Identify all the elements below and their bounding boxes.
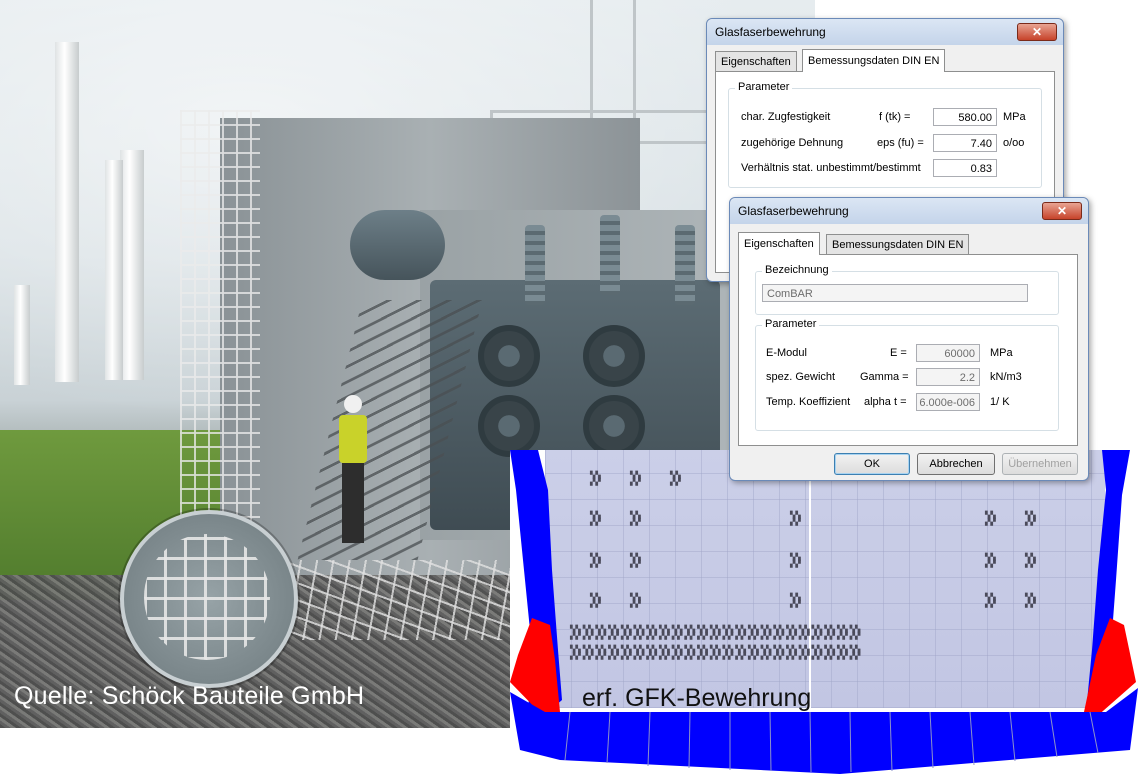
chimney-2 bbox=[120, 150, 144, 380]
dialog-title: Glasfaserbewehrung bbox=[715, 25, 826, 39]
strain-symbol: eps (fu) = bbox=[877, 137, 924, 149]
tensile-strength-label: char. Zugfestigkeit bbox=[741, 111, 831, 123]
result-label: ▚▚ ▞▞ bbox=[630, 512, 641, 526]
chimney-1 bbox=[55, 42, 79, 382]
result-label: ▚▚ ▞▞ bbox=[1025, 554, 1036, 568]
close-icon: ✕ bbox=[1031, 25, 1043, 39]
worker-vest bbox=[339, 415, 367, 463]
e-modulus-unit: MPa bbox=[990, 347, 1013, 359]
result-label: ▚▚ ▞▞ bbox=[985, 594, 996, 608]
result-label: ▚▚ ▞▞ bbox=[985, 554, 996, 568]
thermal-coefficient-input[interactable]: 6.000e-006 bbox=[916, 393, 980, 411]
result-label: ▚▚ ▞▞ bbox=[790, 512, 801, 526]
group-name-legend: Bezeichnung bbox=[762, 264, 832, 276]
tab-design-data[interactable]: Bemessungsdaten DIN EN bbox=[826, 234, 970, 255]
group-parameter-legend: Parameter bbox=[762, 318, 820, 330]
photo-source-caption: Quelle: Schöck Bauteile GmbH bbox=[14, 682, 365, 710]
result-label: ▚▚ ▞▞ bbox=[630, 554, 641, 568]
result-label: ▚▚ ▞▞ bbox=[1025, 512, 1036, 526]
worker-helmet bbox=[344, 395, 362, 413]
cooling-fan-4 bbox=[583, 395, 645, 457]
plot-graphic bbox=[510, 450, 1138, 774]
strain-input[interactable]: 7.40 bbox=[933, 134, 997, 152]
unit-weight-input[interactable]: 2.2 bbox=[916, 368, 980, 386]
thermal-coefficient-unit: 1/ K bbox=[990, 396, 1010, 408]
chimney-3 bbox=[105, 160, 123, 380]
dialog-titlebar[interactable]: Glasfaserbewehrung ✕ bbox=[707, 19, 1063, 45]
tensile-strength-symbol: f (tk) = bbox=[879, 111, 911, 123]
worker-legs bbox=[342, 463, 364, 543]
e-modulus-input[interactable]: 60000 bbox=[916, 344, 980, 362]
group-parameter-legend: Parameter bbox=[735, 81, 793, 93]
thermal-coefficient-label: Temp. Koeffizient bbox=[766, 396, 851, 408]
apply-button[interactable]: Übernehmen bbox=[1002, 453, 1078, 475]
e-modulus-symbol: E = bbox=[890, 347, 907, 359]
tensile-strength-unit: MPa bbox=[1003, 111, 1026, 123]
plot-caption: erf. GFK-Bewehrung bbox=[582, 684, 812, 712]
result-label: ▚▚ ▞▞ bbox=[670, 472, 681, 486]
bushing-1 bbox=[525, 225, 545, 305]
ratio-label: Verhältnis stat. unbestimmt/bestimmt bbox=[741, 162, 921, 174]
ratio-input[interactable]: 0.83 bbox=[933, 159, 997, 177]
result-label-row: ▚▚ ▚▚ ▚▚ ▚▚ ▚▚ ▚▚ ▚▚ ▚▚ ▚▚ ▚▚ ▚▚ ▚▚ ▚▚ ▚… bbox=[570, 646, 861, 660]
result-label: ▚▚ ▞▞ bbox=[790, 594, 801, 608]
result-label: ▚▚ ▞▞ bbox=[630, 594, 641, 608]
result-label: ▚▚ ▞▞ bbox=[590, 554, 601, 568]
tensile-strength-input[interactable]: 580.00 bbox=[933, 108, 997, 126]
ok-button[interactable]: OK bbox=[834, 453, 910, 475]
close-button[interactable]: ✕ bbox=[1017, 23, 1057, 41]
unit-weight-unit: kN/m3 bbox=[990, 371, 1022, 383]
name-input[interactable]: ComBAR bbox=[762, 284, 1028, 302]
result-label: ▚▚ ▞▞ bbox=[590, 594, 601, 608]
close-icon: ✕ bbox=[1056, 204, 1068, 218]
cooling-fan-2 bbox=[583, 325, 645, 387]
bushing-2 bbox=[600, 215, 620, 295]
e-modulus-label: E-Modul bbox=[766, 347, 807, 359]
result-label: ▚▚ ▞▞ bbox=[630, 472, 641, 486]
cooling-fan-1 bbox=[478, 325, 540, 387]
result-label: ▚▚ ▞▞ bbox=[790, 554, 801, 568]
worker-figure bbox=[335, 395, 371, 545]
cancel-button[interactable]: Abbrechen bbox=[917, 453, 995, 475]
strain-label: zugehörige Dehnung bbox=[741, 137, 844, 149]
dialog-properties: Glasfaserbewehrung ✕ Eigenschaften Bemes… bbox=[729, 197, 1089, 481]
result-label: ▚▚ ▞▞ bbox=[590, 472, 601, 486]
chimney-4 bbox=[14, 285, 30, 385]
strain-unit: o/oo bbox=[1003, 137, 1025, 149]
bushing-3 bbox=[675, 225, 695, 305]
conservator-tank bbox=[350, 210, 445, 280]
dialog-titlebar[interactable]: Glasfaserbewehrung ✕ bbox=[730, 198, 1088, 224]
magnifier-detail bbox=[120, 510, 298, 688]
fe-result-plot: ▚▚ ▞▞ ▚▚ ▞▞ ▚▚ ▞▞ ▚▚ ▞▞ ▚▚ ▞▞ ▚▚ ▞▞ ▚▚ ▞▞ ▚▚ ▞▞ … bbox=[510, 450, 1148, 774]
tab-design-data[interactable]: Bemessungsdaten DIN EN bbox=[802, 49, 946, 72]
tab-properties[interactable]: Eigenschaften bbox=[715, 51, 797, 72]
thermal-coefficient-symbol: alpha t = bbox=[864, 396, 907, 408]
result-label: ▚▚ ▞▞ bbox=[1025, 594, 1036, 608]
result-label: ▚▚ ▞▞ bbox=[590, 512, 601, 526]
dialog-title: Glasfaserbewehrung bbox=[738, 204, 849, 218]
unit-weight-label: spez. Gewicht bbox=[766, 371, 836, 383]
unit-weight-symbol: Gamma = bbox=[860, 371, 909, 383]
close-button[interactable]: ✕ bbox=[1042, 202, 1082, 220]
result-label: ▚▚ ▞▞ bbox=[985, 512, 996, 526]
tab-properties[interactable]: Eigenschaften bbox=[738, 232, 820, 255]
cooling-fan-3 bbox=[478, 395, 540, 457]
result-label-row: ▚▚ ▚▚ ▚▚ ▚▚ ▚▚ ▚▚ ▚▚ ▚▚ ▚▚ ▚▚ ▚▚ ▚▚ ▚▚ ▚… bbox=[570, 626, 861, 640]
